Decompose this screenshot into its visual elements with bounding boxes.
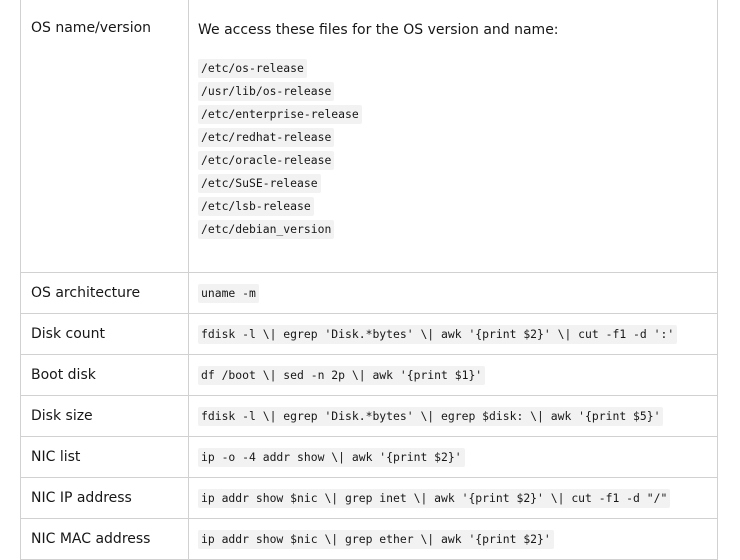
- row-value: fdisk -l \| egrep 'Disk.*bytes' \| awk '…: [188, 313, 718, 355]
- row-value: ip addr show $nic \| grep inet \| awk '{…: [188, 477, 718, 519]
- command-code: fdisk -l \| egrep 'Disk.*bytes' \| egrep…: [198, 406, 664, 426]
- file-path: /etc/enterprise-release: [198, 105, 362, 124]
- os-file-list: /etc/os-release /usr/lib/os-release /etc…: [198, 59, 717, 243]
- row-label: Disk size: [20, 395, 189, 437]
- table-row-nic-mac-address: NIC MAC address ip addr show $nic \| gre…: [20, 518, 718, 560]
- table-row-os-architecture: OS architecture uname -m: [20, 272, 718, 314]
- file-path: /etc/os-release: [198, 59, 307, 78]
- row-value: ip -o -4 addr show \| awk '{print $2}': [188, 436, 718, 478]
- file-path: /etc/debian_version: [198, 220, 335, 239]
- row-value: We access these files for the OS version…: [188, 0, 718, 273]
- row-label: OS name/version: [20, 0, 189, 273]
- row-label: NIC IP address: [20, 477, 189, 519]
- file-path: /etc/redhat-release: [198, 128, 335, 147]
- command-code: ip -o -4 addr show \| awk '{print $2}': [198, 447, 465, 467]
- row-value: uname -m: [188, 272, 718, 314]
- command-code: ip addr show $nic \| grep inet \| awk '{…: [198, 488, 671, 508]
- table-row-os-name-version: OS name/version We access these files fo…: [20, 0, 718, 273]
- table-row-disk-count: Disk count fdisk -l \| egrep 'Disk.*byte…: [20, 313, 718, 355]
- row-value: fdisk -l \| egrep 'Disk.*bytes' \| egrep…: [188, 395, 718, 437]
- file-path: /etc/lsb-release: [198, 197, 314, 216]
- command-code: ip addr show $nic \| grep ether \| awk '…: [198, 529, 554, 549]
- command-code: df /boot \| sed -n 2p \| awk '{print $1}…: [198, 365, 486, 385]
- table-row-nic-list: NIC list ip -o -4 addr show \| awk '{pri…: [20, 436, 718, 478]
- file-path: /etc/SuSE-release: [198, 174, 321, 193]
- data-collection-table: OS name/version We access these files fo…: [20, 0, 718, 560]
- row-label: Boot disk: [20, 354, 189, 396]
- os-files-intro: We access these files for the OS version…: [198, 22, 559, 38]
- file-path: /usr/lib/os-release: [198, 82, 335, 101]
- row-label: Disk count: [20, 313, 189, 355]
- row-label: NIC MAC address: [20, 518, 189, 560]
- row-label: NIC list: [20, 436, 189, 478]
- row-value: df /boot \| sed -n 2p \| awk '{print $1}…: [188, 354, 718, 396]
- command-code: uname -m: [198, 283, 259, 303]
- file-path: /etc/oracle-release: [198, 151, 335, 170]
- table-row-boot-disk: Boot disk df /boot \| sed -n 2p \| awk '…: [20, 354, 718, 396]
- table-row-disk-size: Disk size fdisk -l \| egrep 'Disk.*bytes…: [20, 395, 718, 437]
- table-row-nic-ip-address: NIC IP address ip addr show $nic \| grep…: [20, 477, 718, 519]
- row-label: OS architecture: [20, 272, 189, 314]
- command-code: fdisk -l \| egrep 'Disk.*bytes' \| awk '…: [198, 324, 678, 344]
- row-value: ip addr show $nic \| grep ether \| awk '…: [188, 518, 718, 560]
